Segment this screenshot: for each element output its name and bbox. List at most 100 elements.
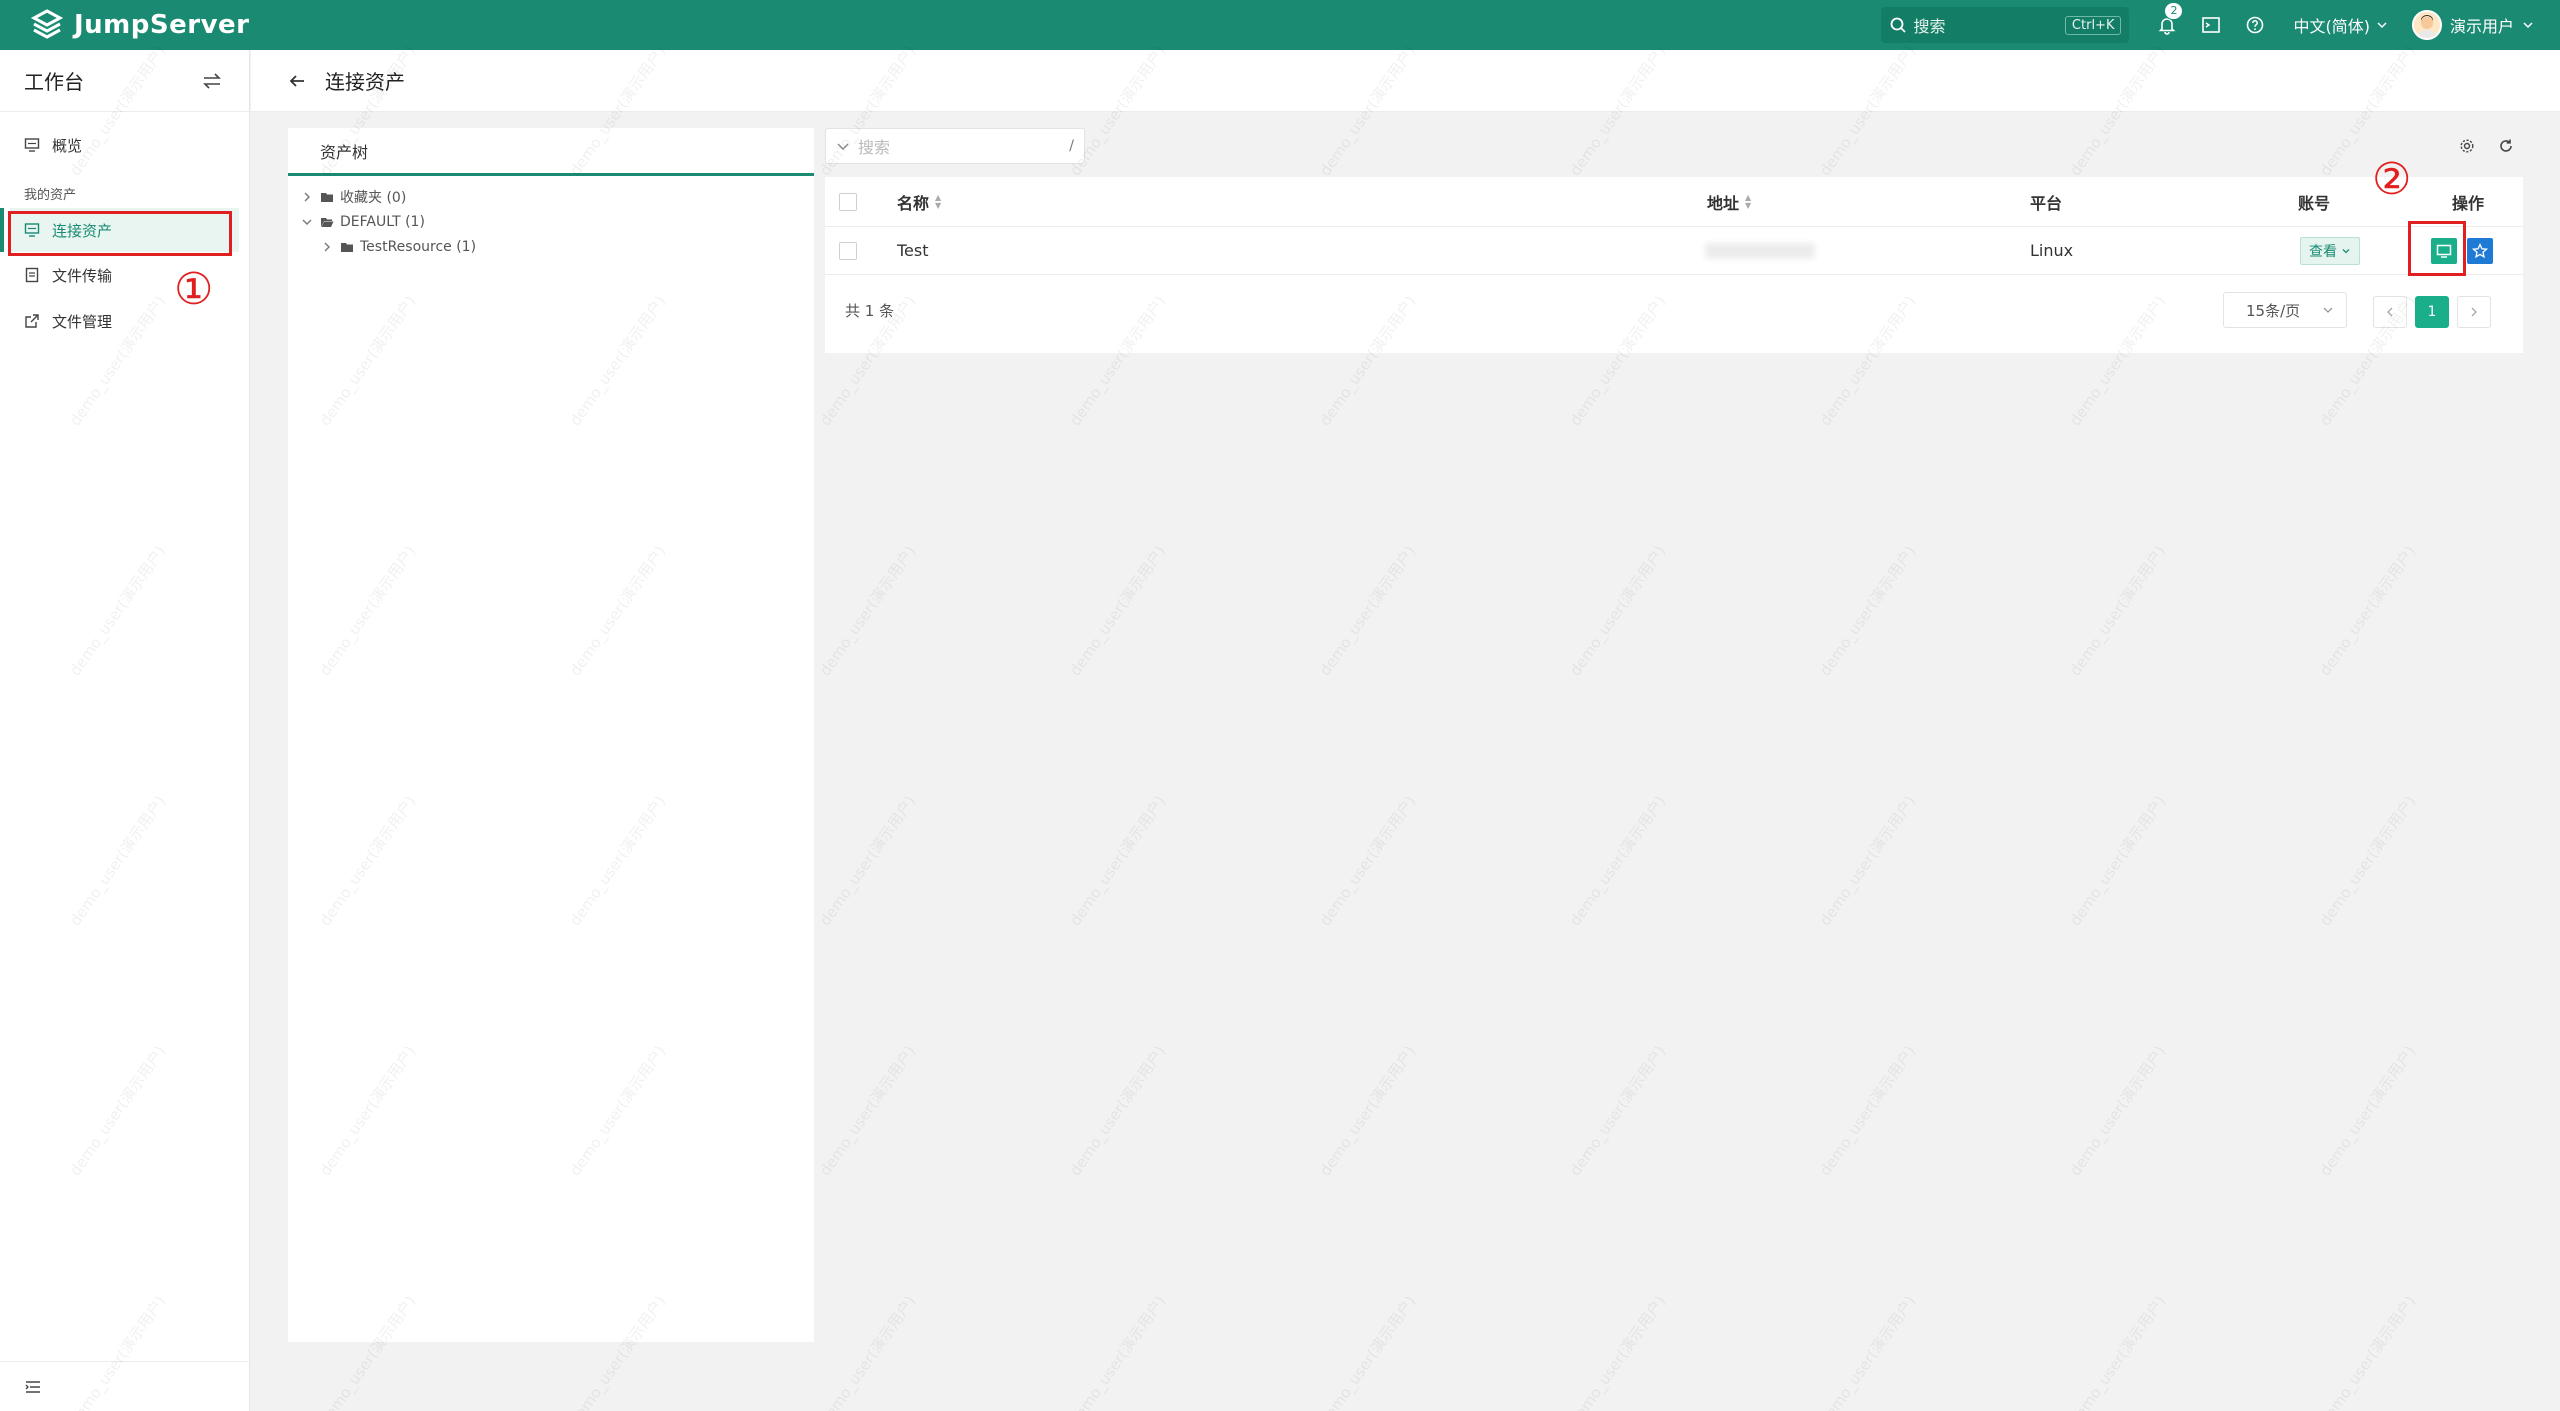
asset-name[interactable]: Test bbox=[897, 241, 929, 260]
tree-node-favorites[interactable]: 收藏夹 (0) bbox=[300, 184, 814, 209]
back-arrow-icon[interactable] bbox=[287, 71, 307, 91]
sidebar-item-label: 文件管理 bbox=[52, 312, 113, 331]
chevron-right-icon[interactable] bbox=[300, 190, 314, 204]
asset-platform: Linux bbox=[2030, 241, 2074, 260]
asset-search-input[interactable]: 搜索 / bbox=[825, 128, 1085, 164]
page-number-current[interactable]: 1 bbox=[2415, 296, 2449, 328]
sidebar-item-label: 连接资产 bbox=[52, 221, 113, 240]
prev-page-button[interactable] bbox=[2373, 296, 2407, 328]
page-header: 连接资产 bbox=[251, 50, 2560, 112]
chevron-down-icon bbox=[2523, 22, 2533, 29]
view-accounts-button[interactable]: 查看 bbox=[2300, 236, 2360, 265]
folder-icon bbox=[321, 192, 333, 202]
chevron-right-icon[interactable] bbox=[320, 240, 334, 254]
sort-icon[interactable]: ▲ ▼ bbox=[935, 193, 941, 210]
global-search-placeholder: 搜索 bbox=[1913, 17, 1946, 36]
sort-icon[interactable]: ▲ ▼ bbox=[1745, 193, 1751, 210]
sidebar-header: 工作台 bbox=[0, 50, 249, 112]
sidebar-item-overview[interactable]: 概览 bbox=[0, 122, 249, 168]
watermark-text: demo_user(演示用户) bbox=[2065, 1042, 2170, 1180]
asset-search-placeholder: 搜索 bbox=[858, 138, 891, 157]
avatar bbox=[2411, 10, 2442, 40]
watermark-text: demo_user(演示用户) bbox=[1815, 792, 1920, 930]
tree-node-testresource[interactable]: TestResource (1) bbox=[300, 234, 814, 259]
chevron-down-icon bbox=[2377, 22, 2387, 29]
sidebar-item-connect-assets[interactable]: 连接资产 bbox=[0, 208, 239, 252]
terminal-icon bbox=[2202, 17, 2221, 33]
asset-tree-panel: 资产树 收藏夹 (0) DEFAULT (1) TestResource (1) bbox=[288, 128, 814, 1342]
help-button[interactable] bbox=[2233, 0, 2277, 50]
brand-logo[interactable]: JumpServer bbox=[30, 8, 249, 42]
monitor-connect-icon bbox=[2436, 244, 2452, 258]
chevron-down-icon bbox=[2342, 248, 2350, 253]
jumpserver-logo-icon bbox=[30, 9, 64, 39]
page-size-select[interactable]: 15条/页 bbox=[2223, 292, 2347, 328]
total-count: 共 1 条 bbox=[845, 302, 895, 320]
watermark-text: demo_user(演示用户) bbox=[2315, 542, 2420, 680]
brand-name: JumpServer bbox=[74, 10, 250, 40]
sidebar: 工作台 概览 我的资产 连接资产 文件传输 文件管理 bbox=[0, 50, 250, 1411]
watermark-text: demo_user(演示用户) bbox=[815, 1292, 920, 1411]
global-search[interactable]: 搜索 Ctrl+K bbox=[1881, 7, 2130, 43]
tree-node-label: TestResource (1) bbox=[360, 238, 477, 255]
page-title: 连接资产 bbox=[325, 70, 405, 94]
next-page-button[interactable] bbox=[2457, 296, 2491, 328]
watermark-text: demo_user(演示用户) bbox=[1565, 1042, 1670, 1180]
sidebar-item-label: 概览 bbox=[52, 136, 83, 155]
column-header-name[interactable]: 名称 ▲ ▼ bbox=[897, 190, 941, 214]
search-shortcut-hint: Ctrl+K bbox=[2064, 15, 2122, 35]
watermark-text: demo_user(演示用户) bbox=[1815, 1042, 1920, 1180]
table-row[interactable]: Test Linux 查看 bbox=[825, 227, 2523, 275]
watermark-text: demo_user(演示用户) bbox=[815, 792, 920, 930]
web-terminal-button[interactable] bbox=[2189, 0, 2233, 50]
column-header-actions: 操作 bbox=[2452, 190, 2484, 214]
watermark-text: demo_user(演示用户) bbox=[1815, 542, 1920, 680]
page-size-label: 15条/页 bbox=[2246, 301, 2301, 320]
file-icon bbox=[25, 267, 39, 283]
refresh-button[interactable] bbox=[2494, 134, 2518, 158]
language-selector[interactable]: 中文(简体) bbox=[2293, 13, 2388, 37]
asset-table: 名称 ▲ ▼ 地址 ▲ ▼ 平台 账号 操作 Test Linux 查看 共 1… bbox=[825, 177, 2523, 353]
favorite-asset-button[interactable] bbox=[2467, 237, 2493, 264]
watermark-text: demo_user(演示用户) bbox=[1815, 1292, 1920, 1411]
tree-node-default[interactable]: DEFAULT (1) bbox=[300, 209, 814, 234]
watermark-text: demo_user(演示用户) bbox=[2065, 542, 2170, 680]
gear-icon bbox=[2460, 139, 2474, 153]
language-label: 中文(简体) bbox=[2293, 17, 2370, 36]
watermark-text: demo_user(演示用户) bbox=[1065, 542, 1170, 680]
select-all-checkbox[interactable] bbox=[839, 192, 857, 211]
switch-view-icon[interactable] bbox=[201, 70, 223, 92]
folder-open-icon bbox=[321, 217, 334, 227]
column-header-account: 账号 bbox=[2298, 190, 2330, 214]
table-settings-button[interactable] bbox=[2455, 134, 2479, 158]
column-label: 账号 bbox=[2298, 193, 2331, 213]
watermark-text: demo_user(演示用户) bbox=[1315, 1042, 1420, 1180]
asset-address-blurred bbox=[1705, 242, 1815, 259]
sidebar-group-my-assets: 我的资产 bbox=[24, 187, 77, 203]
user-menu[interactable]: 演示用户 bbox=[2411, 10, 2534, 40]
sidebar-title: 工作台 bbox=[24, 70, 84, 94]
annotation-marker-1: ① bbox=[174, 264, 214, 315]
notifications-button[interactable]: 2 bbox=[2145, 0, 2189, 50]
monitor-icon bbox=[24, 138, 40, 152]
watermark-text: demo_user(演示用户) bbox=[1565, 792, 1670, 930]
watermark-text: demo_user(演示用户) bbox=[1065, 1042, 1170, 1180]
chevron-down-icon bbox=[2323, 307, 2333, 313]
watermark-text: demo_user(演示用户) bbox=[2065, 1292, 2170, 1411]
connect-asset-button[interactable] bbox=[2431, 237, 2457, 264]
username-label: 演示用户 bbox=[2449, 17, 2514, 36]
sidebar-item-label: 文件传输 bbox=[52, 266, 113, 285]
tree-node-label: DEFAULT (1) bbox=[340, 213, 425, 230]
refresh-icon bbox=[2500, 139, 2512, 152]
chevron-right-icon bbox=[2471, 307, 2477, 317]
folder-icon bbox=[341, 242, 353, 252]
chevron-down-icon[interactable] bbox=[836, 139, 850, 153]
sidebar-collapse-toggle[interactable] bbox=[0, 1361, 250, 1411]
row-checkbox[interactable] bbox=[839, 241, 857, 260]
chevron-down-icon[interactable] bbox=[300, 215, 314, 229]
help-circle-icon bbox=[2247, 16, 2264, 34]
tab-asset-tree[interactable]: 资产树 bbox=[288, 128, 814, 176]
watermark-text: demo_user(演示用户) bbox=[1315, 542, 1420, 680]
watermark-text: demo_user(演示用户) bbox=[1315, 1292, 1420, 1411]
column-header-address[interactable]: 地址 ▲ ▼ bbox=[1707, 190, 1751, 214]
